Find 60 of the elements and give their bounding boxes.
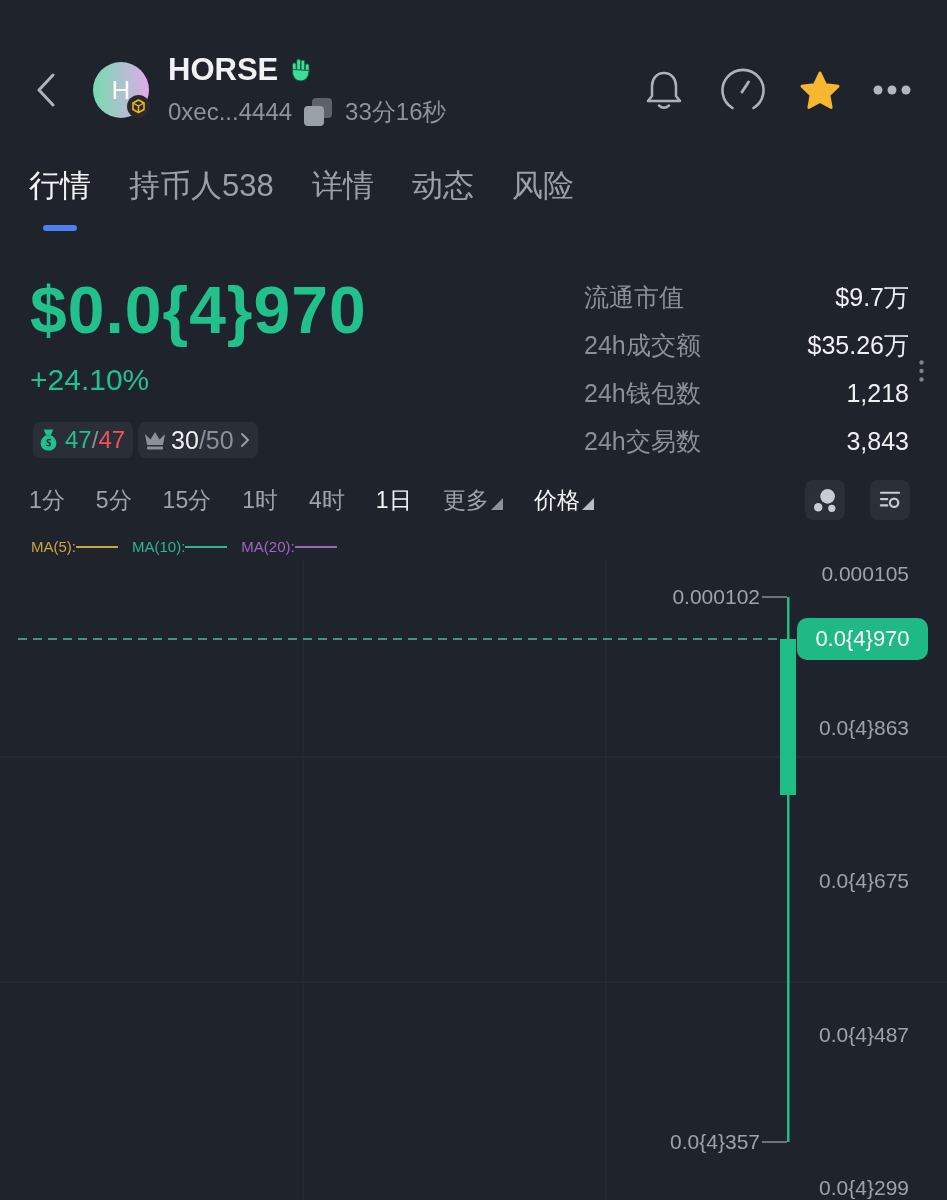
ma-label: MA(5): — [31, 537, 76, 557]
tab[interactable]: 风险 — [511, 166, 574, 231]
interval-tab[interactable]: 1日 — [375, 485, 412, 515]
corner-triangle-icon — [581, 498, 594, 510]
token-age: 33分16秒 — [345, 97, 447, 127]
chevron-right-icon — [239, 432, 250, 448]
interval-tab[interactable]: 15分 — [162, 485, 212, 515]
interval-tab[interactable]: 5分 — [95, 485, 132, 515]
stat-value: $9.7万 — [835, 282, 909, 312]
vertical-dots-icon[interactable] — [919, 360, 924, 382]
tab[interactable]: 动态 — [411, 166, 474, 231]
chevron-left-icon[interactable] — [36, 73, 56, 107]
high-price-label: 0.000102 — [672, 585, 760, 609]
dots-icon — [814, 488, 836, 512]
interval-tab[interactable]: 1分 — [29, 485, 65, 515]
money-bag-icon — [38, 428, 59, 452]
interval-tab[interactable]: 1时 — [242, 485, 278, 515]
stat-label: 流通市值 — [584, 282, 684, 312]
stat-value: 3,843 — [846, 426, 909, 456]
chart-style-button[interactable] — [805, 480, 845, 520]
indicator-button[interactable] — [870, 480, 910, 520]
axis-label: 0.000105 — [821, 562, 909, 586]
stat-value: 1,218 — [846, 378, 909, 408]
price-value: $0.0{4}970 — [30, 274, 367, 346]
tab[interactable]: 持币人538 — [129, 166, 274, 231]
stat-value: $35.26万 — [807, 330, 909, 360]
badge-value: 47/47 — [65, 425, 126, 455]
axis-label: 0.0{4}863 — [819, 715, 909, 740]
axis-label: 0.0{4}675 — [819, 869, 909, 893]
axis-label: 0.0{4}487 — [819, 1022, 909, 1047]
crown-count-badge[interactable]: 30/50 — [138, 422, 258, 458]
corner-triangle-icon — [490, 498, 503, 510]
hand-icon — [290, 58, 312, 82]
price-tag: 0.0{4}970 — [797, 618, 928, 660]
star-icon[interactable] — [800, 71, 840, 109]
avatar-letter: H — [111, 75, 131, 105]
stat-label: 24h成交额 — [584, 330, 701, 360]
stat-label: 24h交易数 — [584, 426, 701, 456]
stat-label: 24h钱包数 — [584, 378, 701, 408]
ma-label: MA(20): — [241, 537, 295, 557]
ma-label: MA(10): — [132, 537, 186, 557]
price-change: +24.10% — [30, 362, 150, 398]
leader-line — [761, 596, 788, 598]
interval-tab[interactable]: 4时 — [309, 485, 345, 515]
dropdown-tab[interactable]: 更多 — [442, 485, 503, 515]
low-price-label: 0.0{4}357 — [670, 1130, 760, 1154]
list-gear-icon — [879, 490, 901, 510]
token-name: HORSE — [168, 52, 279, 88]
axis-label: 0.0{4}299 — [819, 1176, 909, 1200]
badge-value: 30/50 — [171, 425, 234, 455]
leader-line — [761, 1141, 788, 1143]
copy-icon[interactable] — [303, 97, 334, 127]
tab-underline — [43, 225, 77, 231]
tab[interactable]: 行情 — [29, 166, 91, 231]
contract-address: 0xec...4444 — [168, 97, 293, 127]
tab[interactable]: 详情 — [311, 166, 374, 231]
crown-icon — [144, 430, 167, 450]
dropdown-tab[interactable]: 价格 — [533, 485, 594, 515]
more-icon[interactable] — [873, 85, 911, 95]
cube-badge-icon — [127, 95, 150, 118]
